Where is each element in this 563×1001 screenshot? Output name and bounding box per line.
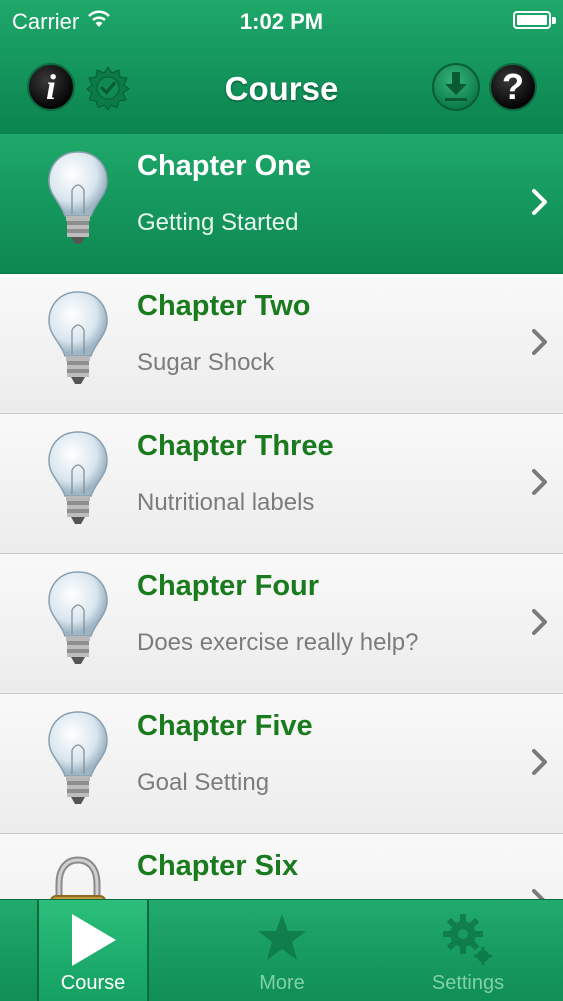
header: Carrier 1:02 PM i Course ?: [0, 0, 563, 135]
chapter-title: Chapter Four: [137, 570, 320, 602]
chapter-subtitle: Sugar Shock: [137, 349, 275, 376]
tab-label: Course: [60, 972, 126, 994]
star-icon: [258, 914, 306, 960]
tab-label: More: [259, 972, 305, 994]
chapter-row[interactable]: Chapter Two Sugar Shock: [0, 274, 563, 414]
battery-tip: [552, 17, 556, 24]
chapter-subtitle: Nutritional labels: [137, 489, 315, 516]
lightbulb-icon: [48, 431, 108, 524]
lightbulb-icon: [48, 571, 108, 664]
clock: 1:02 PM: [239, 9, 324, 34]
chapter-row[interactable]: Chapter Three Nutritional labels: [0, 414, 563, 554]
tab-more[interactable]: More: [220, 900, 344, 1001]
chevron-right-icon: [532, 329, 547, 355]
chapter-title: Chapter Five: [137, 710, 313, 742]
battery-icon: [513, 11, 551, 29]
tab-course[interactable]: Course: [37, 900, 149, 1001]
lightbulb-icon: [48, 291, 108, 384]
chapter-row[interactable]: Chapter Five Goal Setting: [0, 694, 563, 834]
play-icon: [72, 914, 116, 966]
chapter-row[interactable]: Chapter Six: [0, 834, 563, 899]
chapter-title: Chapter Two: [137, 290, 311, 322]
gear-icon: [443, 914, 492, 965]
chapter-subtitle: Does exercise really help?: [137, 629, 419, 656]
tab-settings[interactable]: Settings: [406, 900, 530, 1001]
help-icon: ?: [502, 66, 524, 107]
chapter-subtitle: Goal Setting: [137, 769, 270, 796]
help-button[interactable]: ?: [489, 63, 537, 111]
chapter-row[interactable]: Chapter One Getting Started: [0, 134, 563, 274]
chevron-right-icon: [532, 469, 547, 495]
chapter-title: Chapter One: [137, 150, 312, 182]
chevron-right-icon: [532, 609, 547, 635]
padlock-icon: [50, 856, 106, 899]
tab-label: Settings: [431, 972, 505, 994]
chapter-title: Chapter Six: [137, 850, 299, 882]
chevron-right-icon: [532, 889, 545, 899]
download-icon: [445, 72, 467, 101]
chapter-subtitle: Getting Started: [137, 209, 299, 236]
chevron-right-icon: [532, 189, 547, 215]
lightbulb-icon: [48, 151, 108, 244]
download-button[interactable]: [432, 63, 480, 111]
lightbulb-icon: [48, 711, 108, 804]
chapter-row[interactable]: Chapter Four Does exercise really help?: [0, 554, 563, 694]
chapter-list: Chapter One Getting Started Chapter Two Sug…: [0, 134, 563, 899]
status-bar: Carrier 1:02 PM: [0, 0, 563, 42]
chevron-right-icon: [532, 749, 547, 775]
chapter-title: Chapter Three: [137, 430, 334, 462]
tab-bar: Course More Settings: [0, 899, 563, 1001]
